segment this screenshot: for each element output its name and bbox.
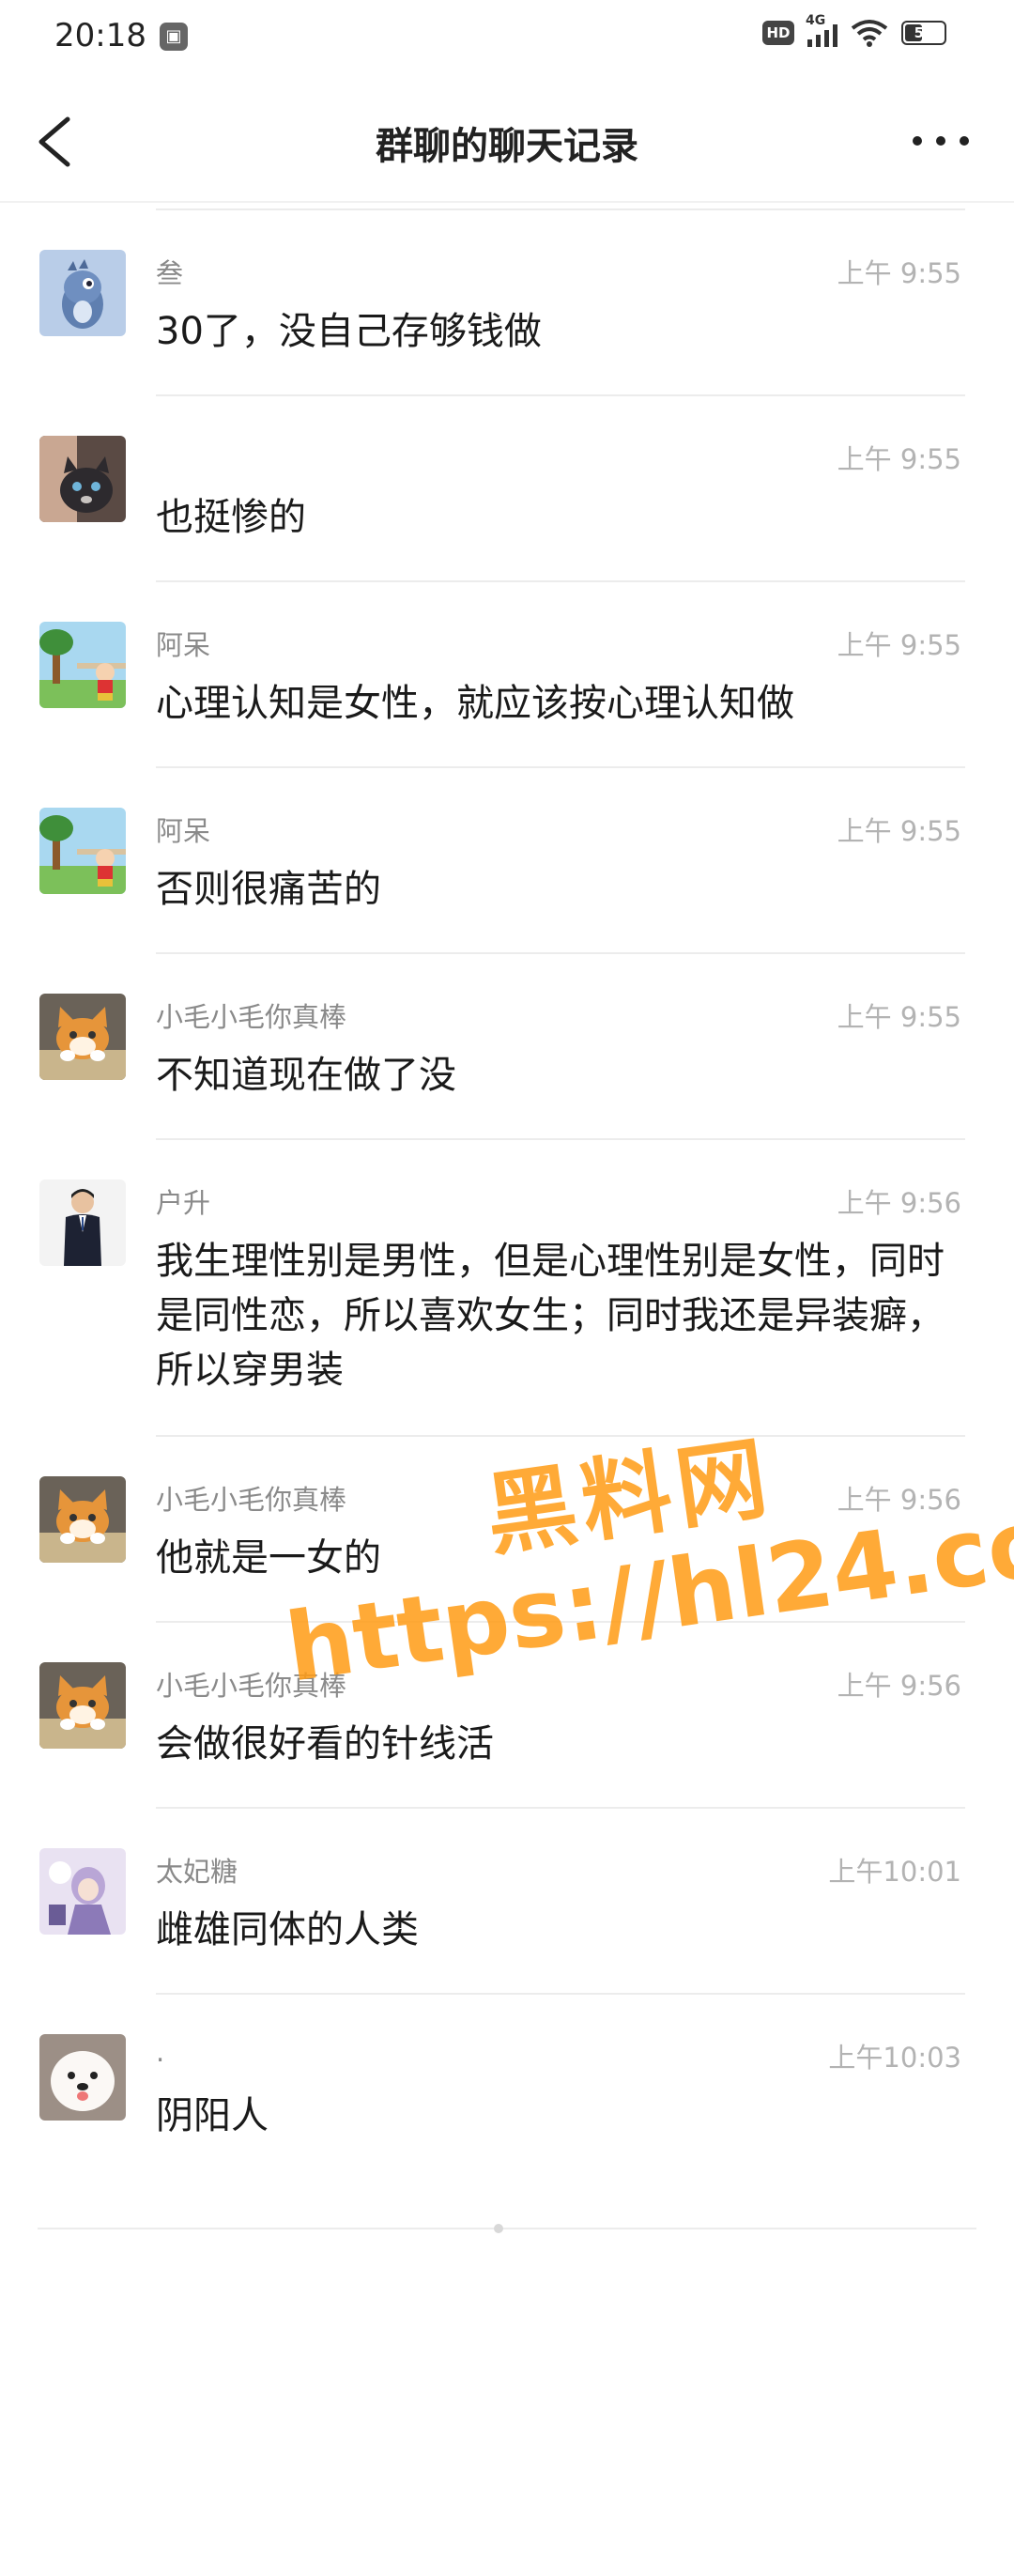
sender-name: 小毛小毛你真棒 [156, 1484, 347, 1516]
wifi-icon [851, 20, 888, 47]
status-time: 20:18 [54, 17, 146, 54]
network-type: 4G [806, 13, 826, 28]
message-text: 我生理性别是男性，但是心理性别是女性，同时是同性恋，所以喜欢女生；同时我还是异装… [156, 1240, 945, 1392]
message-text: 30了，没自己存够钱做 [156, 310, 542, 353]
message-time: 上午 9:56 [837, 1187, 961, 1219]
orange-cat-avatar[interactable] [39, 1476, 126, 1563]
cartoon-boy-avatar[interactable] [39, 808, 126, 894]
white-dog-avatar[interactable] [39, 2034, 126, 2121]
orange-cat-avatar[interactable] [39, 1662, 126, 1749]
status-icons: HD 4G 50 [762, 13, 946, 47]
message-time: 上午 9:55 [837, 443, 961, 475]
battery-level: 50 [914, 24, 934, 41]
chat-message[interactable]: 阿呆 上午 9:55 否则很痛苦的 [0, 768, 1014, 954]
chat-message[interactable]: 上午 9:55 也挺惨的 [0, 396, 1014, 582]
header-divider [0, 201, 1014, 203]
chat-message[interactable]: 阿呆 上午 9:55 心理认知是女性，就应该按心理认知做 [0, 582, 1014, 768]
sender-name: 叁 [156, 257, 184, 289]
status-bar: 20:18 ▣ HD 4G 50 [0, 0, 1014, 80]
cat-photo-avatar[interactable] [39, 436, 126, 522]
message-text: 不知道现在做了没 [156, 1054, 456, 1097]
message-text: 否则很痛苦的 [156, 868, 381, 911]
message-time: 上午10:03 [828, 2042, 961, 2074]
message-time: 上午 9:56 [837, 1670, 961, 1702]
hd-badge: HD [762, 21, 794, 45]
sender-name: . [156, 2036, 165, 2068]
sender-name: 小毛小毛你真棒 [156, 1001, 347, 1033]
chat-message[interactable]: 小毛小毛你真棒 上午 9:56 他就是一女的 [0, 1437, 1014, 1623]
message-time: 上午 9:56 [837, 1484, 961, 1516]
man-in-suit-avatar[interactable] [39, 1180, 126, 1266]
chat-message[interactable]: 户升 上午 9:56 我生理性别是男性，但是心理性别是女性，同时是同性恋，所以喜… [0, 1140, 1014, 1437]
message-time: 上午10:01 [828, 1856, 961, 1888]
chat-message[interactable]: 小毛小毛你真棒 上午 9:56 会做很好看的针线活 [0, 1623, 1014, 1809]
message-time: 上午 9:55 [837, 1001, 961, 1033]
sender-name: 小毛小毛你真棒 [156, 1670, 347, 1702]
sender-name: 太妃糖 [156, 1856, 238, 1888]
sender-name: 阿呆 [156, 629, 211, 661]
message-text: 心理认知是女性，就应该按心理认知做 [156, 682, 794, 725]
page-title: 群聊的聊天记录 [376, 125, 638, 168]
message-text: 阴阳人 [156, 2094, 269, 2137]
chat-message[interactable]: 小毛小毛你真棒 上午 9:55 不知道现在做了没 [0, 954, 1014, 1140]
list-end-dot [494, 2224, 503, 2233]
signal-icon: 4G [806, 13, 837, 47]
message-text: 也挺惨的 [156, 496, 306, 539]
message-text: 会做很好看的针线活 [156, 1722, 494, 1766]
cartoon-dinosaur-avatar[interactable] [39, 250, 126, 336]
chat-message[interactable]: 叁 上午 9:55 30了，没自己存够钱做 [0, 210, 1014, 396]
sender-name: 户升 [156, 1187, 211, 1219]
orange-cat-avatar[interactable] [39, 994, 126, 1080]
chat-message[interactable]: . 上午10:03 阴阳人 [0, 1995, 1014, 2181]
list-end-divider [38, 2228, 976, 2229]
more-horizontal-icon[interactable] [913, 127, 969, 155]
message-time: 上午 9:55 [837, 815, 961, 847]
chat-message[interactable]: 太妃糖 上午10:01 雌雄同体的人类 [0, 1809, 1014, 1995]
navigation-bar: 群聊的聊天记录 [0, 80, 1014, 202]
message-time: 上午 9:55 [837, 257, 961, 289]
sender-name: 阿呆 [156, 815, 211, 847]
anime-girl-avatar[interactable] [39, 1848, 126, 1935]
cartoon-boy-avatar[interactable] [39, 622, 126, 708]
app-notification-icon: ▣ [160, 23, 188, 51]
chat-history-list[interactable]: 叁 上午 9:55 30了，没自己存够钱做 上午 9:55 也挺惨的 阿呆 上午… [0, 208, 1014, 2181]
message-time: 上午 9:55 [837, 629, 961, 661]
message-text: 雌雄同体的人类 [156, 1908, 419, 1951]
message-text: 他就是一女的 [156, 1536, 381, 1580]
battery-icon: 50 [901, 21, 946, 45]
